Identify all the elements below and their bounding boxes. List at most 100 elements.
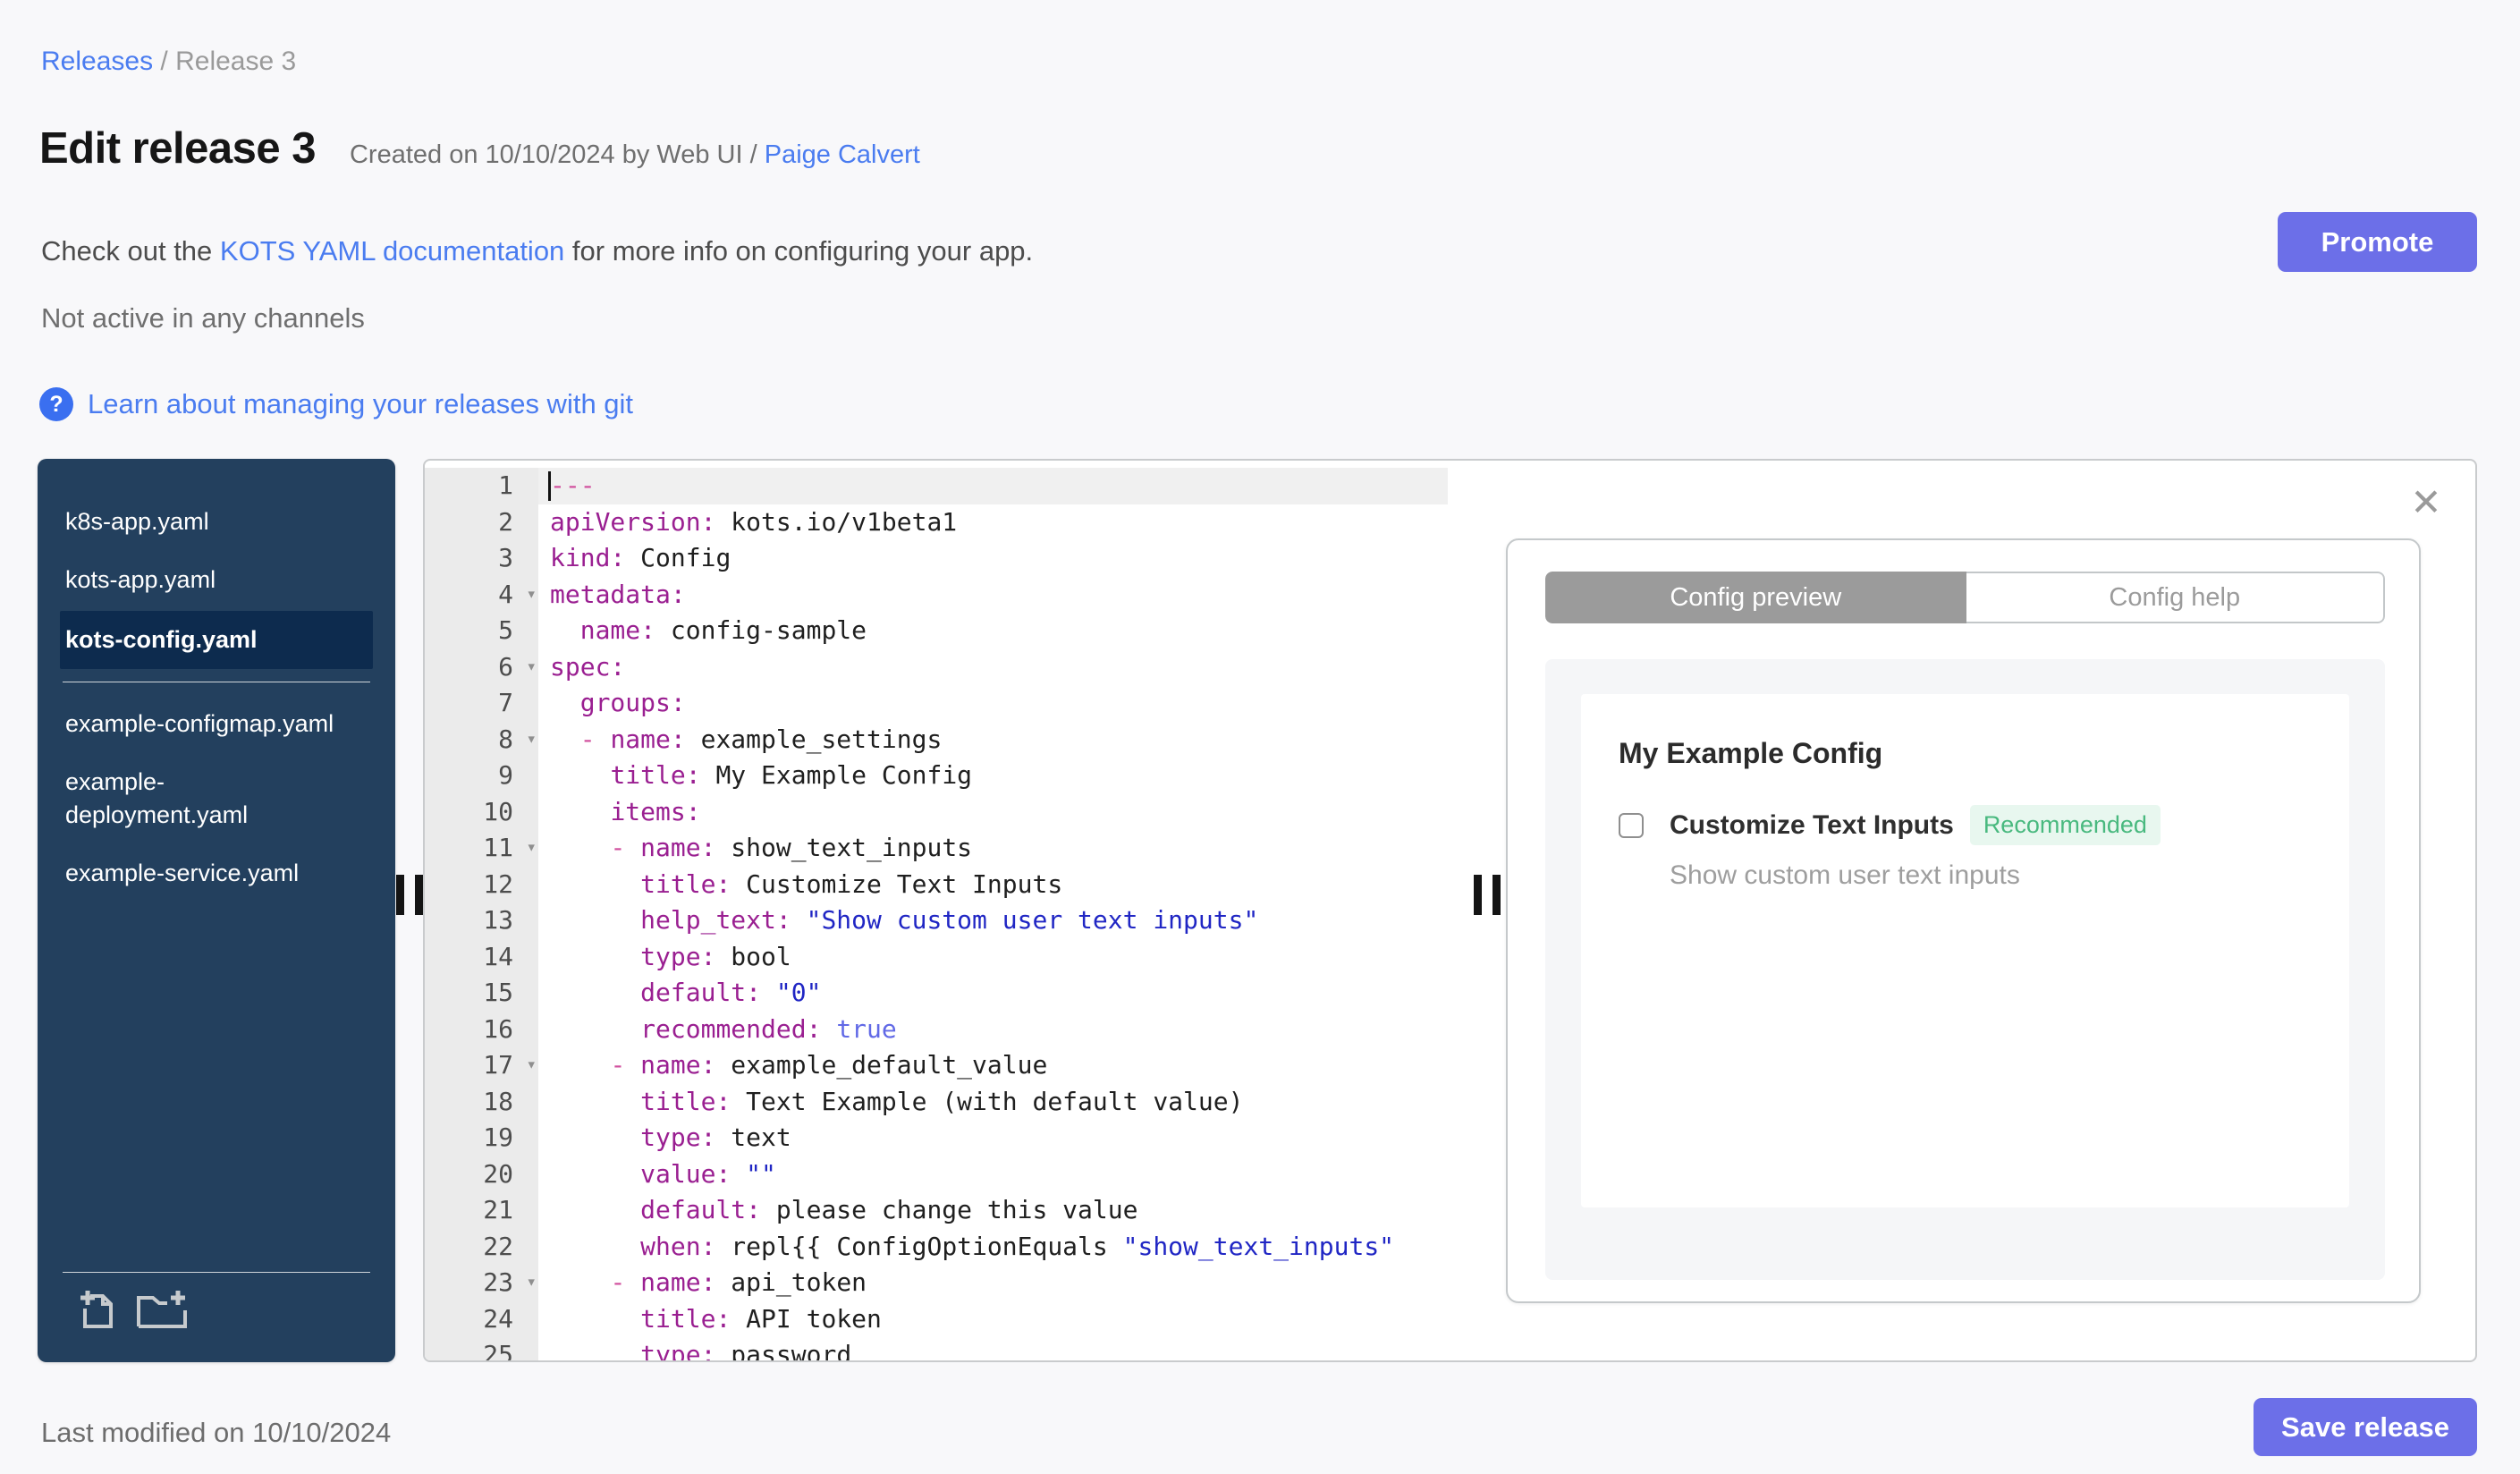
code-text[interactable]: kind: Config [538, 540, 1486, 577]
code-text[interactable]: --- [538, 468, 1486, 504]
new-file-icon[interactable] [78, 1287, 115, 1330]
code-text[interactable]: type: bool [538, 939, 1486, 976]
code-text[interactable]: name: config-sample [538, 613, 1486, 649]
code-line-6[interactable]: 6 ▾ spec: [425, 648, 1486, 686]
code-text[interactable]: recommended: true [538, 1012, 1486, 1048]
code-line-16[interactable]: 16 recommended: true [425, 1011, 1486, 1048]
line-number[interactable]: 2 [425, 504, 538, 540]
code-text[interactable]: type: password [538, 1337, 1486, 1360]
git-releases-link[interactable]: Learn about managing your releases with … [88, 388, 633, 420]
breadcrumb-releases-link[interactable]: Releases [41, 47, 153, 76]
code-line-1[interactable]: 1 --- [425, 468, 1486, 504]
code-line-9[interactable]: 9 title: My Example Config [425, 758, 1486, 794]
code-text[interactable]: value: "" [538, 1156, 1486, 1193]
editor-resize-handle[interactable] [1474, 875, 1501, 915]
code-text[interactable]: title: API token [538, 1301, 1486, 1338]
fold-arrow-icon[interactable]: ▾ [527, 1046, 537, 1083]
line-number[interactable]: 11 ▾ [425, 830, 538, 867]
code-text[interactable]: groups: [538, 685, 1486, 722]
code-line-20[interactable]: 20 value: "" [425, 1156, 1486, 1193]
code-line-25[interactable]: 25 type: password [425, 1337, 1486, 1360]
fold-arrow-icon[interactable]: ▾ [527, 1264, 537, 1300]
fold-arrow-icon[interactable]: ▾ [527, 576, 537, 613]
line-number[interactable]: 19 [425, 1120, 538, 1156]
line-number[interactable]: 8 ▾ [425, 721, 538, 758]
save-release-button[interactable]: Save release [2254, 1398, 2477, 1456]
code-text[interactable]: - name: example_default_value [538, 1047, 1486, 1084]
code-line-19[interactable]: 19 type: text [425, 1120, 1486, 1156]
file-item-example-service.yaml[interactable]: example-service.yaml [60, 844, 346, 902]
code-line-21[interactable]: 21 default: please change this value [425, 1192, 1486, 1229]
code-line-13[interactable]: 13 help_text: "Show custom user text inp… [425, 902, 1486, 939]
code-line-7[interactable]: 7 groups: [425, 685, 1486, 722]
line-number[interactable]: 4 ▾ [425, 576, 538, 613]
line-number[interactable]: 5 [425, 613, 538, 649]
code-line-5[interactable]: 5 name: config-sample [425, 613, 1486, 649]
line-number[interactable]: 9 [425, 758, 538, 794]
code-text[interactable]: default: "0" [538, 975, 1486, 1012]
line-number[interactable]: 1 [425, 468, 538, 504]
file-item-kots-app.yaml[interactable]: kots-app.yaml [60, 551, 346, 609]
line-number[interactable]: 10 [425, 793, 538, 830]
line-number[interactable]: 17 ▾ [425, 1047, 538, 1084]
yaml-editor[interactable]: 1 --- 2 apiVersion: kots.io/v1beta1 3 kind: C… [425, 461, 1486, 1360]
fold-arrow-icon[interactable]: ▾ [527, 721, 537, 758]
code-line-18[interactable]: 18 title: Text Example (with default val… [425, 1083, 1486, 1121]
sidebar-resize-handle[interactable] [396, 875, 423, 915]
file-item-example-configmap.yaml[interactable]: example-configmap.yaml [60, 695, 346, 753]
code-line-23[interactable]: 23 ▾ - name: api_token [425, 1265, 1486, 1301]
code-line-15[interactable]: 15 default: "0" [425, 975, 1486, 1012]
code-text[interactable]: - name: show_text_inputs [538, 830, 1486, 867]
close-preview-icon[interactable]: ✕ [2404, 480, 2448, 525]
line-number[interactable]: 12 [425, 866, 538, 902]
code-line-10[interactable]: 10 items: [425, 793, 1486, 831]
line-number[interactable]: 25 [425, 1337, 538, 1360]
fold-arrow-icon[interactable]: ▾ [527, 829, 537, 866]
line-number[interactable]: 20 [425, 1156, 538, 1192]
code-line-2[interactable]: 2 apiVersion: kots.io/v1beta1 [425, 504, 1486, 541]
code-text[interactable]: type: text [538, 1120, 1486, 1156]
code-text[interactable]: title: Text Example (with default value) [538, 1084, 1486, 1121]
code-text[interactable]: - name: example_settings [538, 722, 1486, 758]
file-item-example-deployment.yaml[interactable]: example-deployment.yaml [60, 753, 346, 844]
line-number[interactable]: 23 ▾ [425, 1265, 538, 1301]
code-text[interactable]: metadata: [538, 577, 1486, 614]
code-text[interactable]: spec: [538, 649, 1486, 686]
fold-arrow-icon[interactable]: ▾ [527, 648, 537, 685]
code-text[interactable]: title: My Example Config [538, 758, 1486, 794]
code-line-14[interactable]: 14 type: bool [425, 938, 1486, 976]
code-line-12[interactable]: 12 title: Customize Text Inputs [425, 866, 1486, 903]
code-text[interactable]: - name: api_token [538, 1265, 1486, 1301]
customize-text-inputs-checkbox[interactable] [1619, 812, 1644, 838]
new-folder-icon[interactable] [135, 1287, 190, 1330]
created-by-link[interactable]: Paige Calvert [765, 140, 920, 169]
code-line-11[interactable]: 11 ▾ - name: show_text_inputs [425, 830, 1486, 867]
line-number[interactable]: 18 [425, 1083, 538, 1120]
line-number[interactable]: 7 [425, 685, 538, 722]
code-text[interactable]: items: [538, 794, 1486, 831]
file-item-kots-config.yaml[interactable]: kots-config.yaml [60, 611, 373, 669]
code-text[interactable]: title: Customize Text Inputs [538, 867, 1486, 903]
kots-yaml-doc-link[interactable]: KOTS YAML documentation [220, 235, 564, 267]
code-text[interactable]: apiVersion: kots.io/v1beta1 [538, 504, 1486, 541]
line-number[interactable]: 14 [425, 938, 538, 975]
file-item-k8s-app.yaml[interactable]: k8s-app.yaml [60, 493, 346, 551]
code-line-24[interactable]: 24 title: API token [425, 1300, 1486, 1338]
line-number[interactable]: 21 [425, 1192, 538, 1229]
code-line-3[interactable]: 3 kind: Config [425, 540, 1486, 577]
code-text[interactable]: default: please change this value [538, 1192, 1486, 1229]
code-line-22[interactable]: 22 when: repl{{ ConfigOptionEquals "show… [425, 1228, 1486, 1266]
line-number[interactable]: 3 [425, 540, 538, 577]
line-number[interactable]: 16 [425, 1011, 538, 1047]
tab-config-help[interactable]: Config help [1966, 572, 2385, 623]
line-number[interactable]: 6 ▾ [425, 648, 538, 685]
line-number[interactable]: 24 [425, 1300, 538, 1337]
line-number[interactable]: 22 [425, 1228, 538, 1265]
code-text[interactable]: when: repl{{ ConfigOptionEquals "show_te… [538, 1229, 1486, 1266]
code-text[interactable]: help_text: "Show custom user text inputs… [538, 902, 1486, 939]
tab-config-preview[interactable]: Config preview [1545, 572, 1966, 623]
code-line-17[interactable]: 17 ▾ - name: example_default_value [425, 1047, 1486, 1084]
line-number[interactable]: 13 [425, 902, 538, 939]
code-line-8[interactable]: 8 ▾ - name: example_settings [425, 721, 1486, 758]
promote-button[interactable]: Promote [2278, 212, 2477, 272]
